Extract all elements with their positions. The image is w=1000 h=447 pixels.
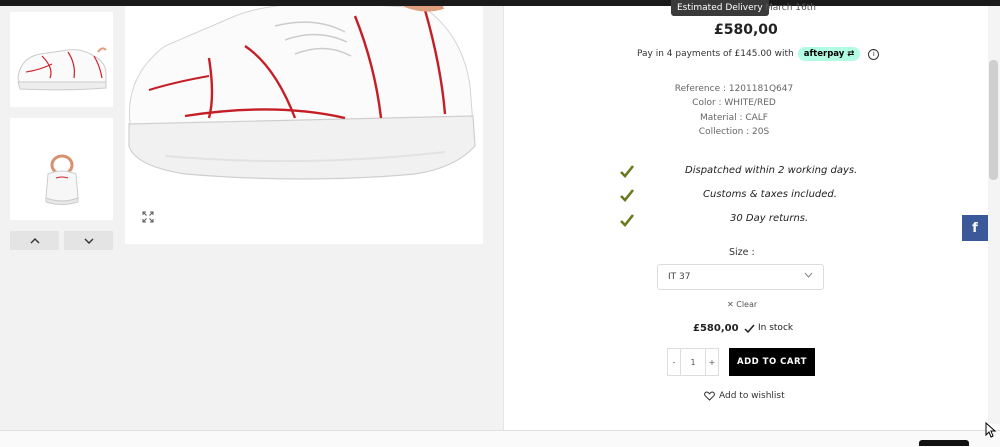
bottom-bar xyxy=(0,430,1000,447)
spec-reference: Reference : 1201181Q647 xyxy=(674,84,794,94)
sneaker-main-image xyxy=(128,6,476,180)
panel-divider xyxy=(503,6,504,430)
variation-price: £580,00 xyxy=(693,323,739,334)
facebook-share-button[interactable]: f xyxy=(962,215,988,241)
close-icon: ✕ xyxy=(727,300,734,309)
info-icon[interactable]: i xyxy=(868,48,880,60)
spec-color: Color : WHITE/RED xyxy=(692,98,776,108)
checkmark-icon xyxy=(620,214,635,227)
estimated-delivery-date: March 16th xyxy=(765,3,816,13)
thumbnail-side-view[interactable] xyxy=(10,12,113,107)
installment-info: Pay in 4 payments of £145.00 with afterp… xyxy=(637,47,880,61)
stock-label: In stock xyxy=(758,323,794,333)
checkmark-icon xyxy=(744,324,755,333)
bottom-action-button[interactable] xyxy=(919,440,969,446)
size-label: Size : xyxy=(729,247,755,258)
clear-selection-link[interactable]: ✕ Clear xyxy=(727,300,757,309)
product-price: £580,00 xyxy=(714,22,778,38)
feature-dispatch: Dispatched within 2 working days. xyxy=(685,165,858,176)
qty-increase-button[interactable]: + xyxy=(706,349,718,375)
expand-icon xyxy=(142,211,154,223)
stock-status: In stock xyxy=(744,323,793,333)
afterpay-badge[interactable]: afterpay ⇄ xyxy=(797,47,861,61)
qty-decrease-button[interactable]: - xyxy=(668,349,680,375)
wishlist-label: Add to wishlist xyxy=(719,391,785,401)
checkmark-icon xyxy=(620,165,635,178)
heart-icon xyxy=(704,391,715,401)
qty-input[interactable]: 1 xyxy=(680,349,706,375)
feature-customs: Customs & taxes included. xyxy=(703,189,837,200)
chevron-down-icon xyxy=(804,272,813,278)
add-to-wishlist-link[interactable]: Add to wishlist xyxy=(704,391,785,401)
quantity-stepper[interactable]: - 1 + xyxy=(667,348,719,376)
size-selected-value: IT 37 xyxy=(668,272,691,282)
thumbnail-prev-button[interactable] xyxy=(10,231,59,250)
spec-collection: Collection : 20S xyxy=(698,127,770,137)
estimated-delivery-badge: Estimated Delivery xyxy=(671,0,769,16)
mouse-cursor-icon xyxy=(985,422,997,438)
installment-text: Pay in 4 payments of £145.00 with xyxy=(637,49,794,59)
checkmark-icon xyxy=(620,189,635,202)
spec-material: Material : CALF xyxy=(700,113,768,123)
add-to-cart-button[interactable]: ADD TO CART xyxy=(729,348,815,376)
zoom-button[interactable] xyxy=(135,204,161,230)
chevron-up-icon xyxy=(30,237,39,243)
sneaker-back-thumbnail-image xyxy=(45,154,79,205)
clear-label: Clear xyxy=(736,300,758,309)
feature-returns: 30 Day returns. xyxy=(730,213,809,224)
thumbnail-next-button[interactable] xyxy=(64,231,113,250)
size-select[interactable]: IT 37 xyxy=(657,264,824,290)
afterpay-label: afterpay xyxy=(803,49,845,59)
sneaker-side-thumbnail-image xyxy=(17,47,107,91)
thumbnail-back-view[interactable] xyxy=(10,118,113,220)
scrollbar-thumb[interactable] xyxy=(989,60,998,180)
chevron-down-icon xyxy=(84,238,93,244)
main-product-image[interactable] xyxy=(125,6,483,244)
afterpay-arrows-icon: ⇄ xyxy=(847,49,855,59)
facebook-icon: f xyxy=(972,220,978,236)
